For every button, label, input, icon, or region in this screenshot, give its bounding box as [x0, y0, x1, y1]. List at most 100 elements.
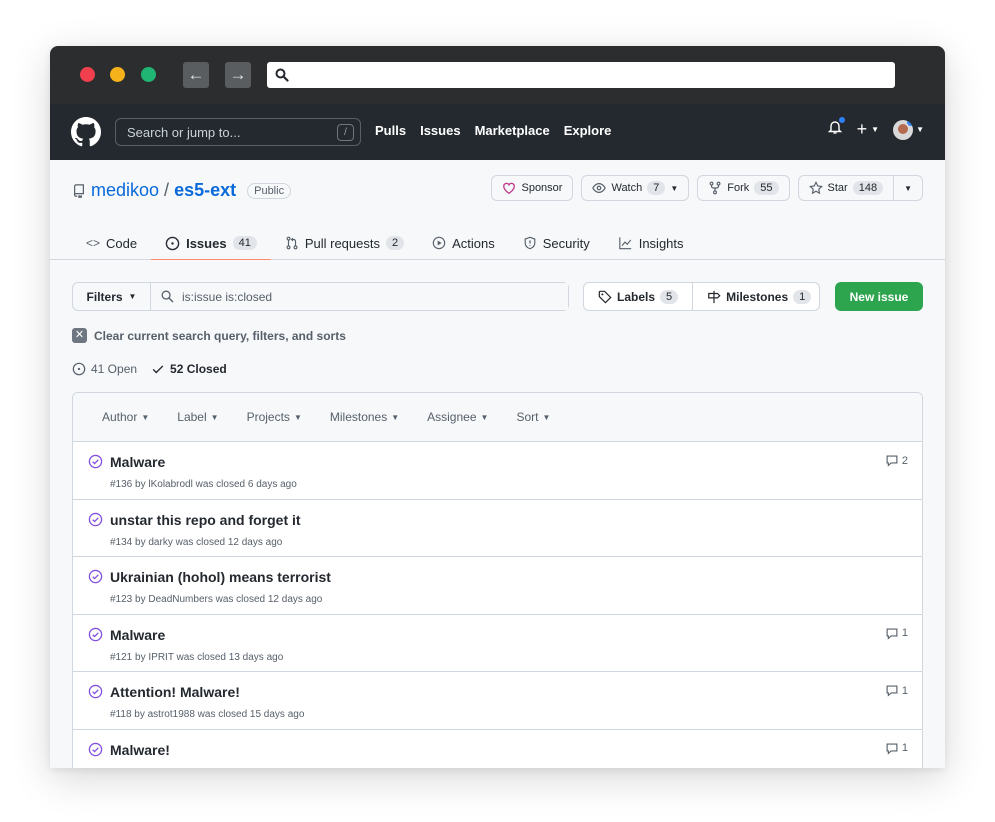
- open-issues-link[interactable]: 41 Open: [72, 362, 137, 376]
- forward-button[interactable]: →: [225, 62, 251, 88]
- issue-row[interactable]: unstar this repo and forget it #134 by d…: [73, 500, 922, 557]
- assignee-filter-label: Assignee: [427, 410, 477, 424]
- issue-title-link[interactable]: Attention! Malware!: [110, 684, 240, 700]
- maximize-window-button[interactable]: [141, 67, 156, 82]
- issue-comments-count: 1: [901, 684, 908, 697]
- author-filter-label: Author: [102, 410, 138, 424]
- issue-comments-link[interactable]: 1: [885, 684, 908, 697]
- nav-issues[interactable]: Issues: [420, 123, 460, 138]
- closed-issues-link[interactable]: 52 Closed: [151, 362, 227, 376]
- notifications-button[interactable]: [827, 116, 846, 140]
- filters-dropdown-button[interactable]: Filters ▼: [73, 283, 151, 310]
- milestones-filter-label: Milestones: [329, 410, 388, 424]
- sort-dropdown[interactable]: Sort ▼: [516, 410, 550, 424]
- nav-marketplace[interactable]: Marketplace: [475, 123, 550, 138]
- caret-down-icon: ▼: [128, 292, 137, 301]
- issue-filter-bar: Filters ▼ is:issue is:closed: [72, 282, 569, 311]
- caret-down-icon: ▼: [391, 412, 400, 422]
- tab-code[interactable]: <> Code: [72, 226, 151, 260]
- close-icon: ✕: [72, 328, 87, 343]
- author-filter-dropdown[interactable]: Author ▼: [102, 410, 149, 424]
- issue-title-link[interactable]: Malware: [110, 627, 165, 643]
- close-window-button[interactable]: [80, 67, 95, 82]
- repo-actions: Sponsor Watch 7 ▼ Fork 55 Star 148 ▼: [491, 175, 923, 201]
- tab-issues-label: Issues: [186, 235, 227, 251]
- milestones-count: 1: [793, 289, 812, 304]
- star-button[interactable]: Star 148: [797, 175, 895, 201]
- tab-pull-requests[interactable]: Pull requests 2: [271, 226, 418, 260]
- projects-filter-label: Projects: [246, 410, 290, 424]
- issue-row[interactable]: Ukrainian (hohol) means terrorist #123 b…: [73, 557, 922, 615]
- fork-button[interactable]: Fork 55: [697, 175, 790, 201]
- play-icon: [432, 236, 446, 250]
- repo-name-link[interactable]: es5-ext: [174, 180, 236, 201]
- issue-comments-link[interactable]: 1: [885, 742, 908, 755]
- search-icon: [275, 68, 289, 82]
- labels-label: Labels: [617, 289, 656, 304]
- issue-closed-icon: [88, 684, 103, 699]
- issue-row[interactable]: Malware #136 by lKolabrodl was closed 6 …: [73, 442, 922, 500]
- nav-pulls[interactable]: Pulls: [375, 123, 406, 138]
- browser-chrome: ← →: [50, 46, 945, 104]
- minimize-window-button[interactable]: [110, 67, 125, 82]
- create-new-button[interactable]: + ▼: [857, 119, 879, 140]
- caret-down-icon: ▼: [916, 125, 924, 134]
- issue-closed-icon: [88, 627, 103, 641]
- issue-comments-count: 2: [901, 454, 908, 467]
- issue-row[interactable]: Malware #121 by IPRIT was closed 13 days…: [73, 615, 922, 672]
- label-filter-dropdown[interactable]: Label ▼: [177, 410, 218, 424]
- global-search-input[interactable]: Search or jump to... /: [115, 118, 361, 146]
- labels-count: 5: [660, 289, 679, 304]
- milestones-button[interactable]: Milestones 1: [692, 283, 825, 310]
- issue-opened-icon: [72, 362, 86, 376]
- code-icon: <>: [86, 236, 101, 250]
- caret-down-icon: ▼: [904, 183, 912, 193]
- new-issue-button[interactable]: New issue: [835, 282, 923, 311]
- tab-security-label: Security: [542, 235, 590, 251]
- tab-security[interactable]: Security: [509, 226, 604, 260]
- milestone-icon: [708, 290, 721, 303]
- issue-meta: #134 by darky was closed 12 days ago: [110, 536, 283, 548]
- back-button[interactable]: ←: [183, 62, 209, 88]
- comment-icon: [886, 627, 898, 640]
- issue-title-link[interactable]: Ukrainian (hohol) means terrorist: [110, 569, 331, 585]
- github-logo-icon[interactable]: [71, 117, 101, 147]
- issue-search-input[interactable]: is:issue is:closed: [151, 283, 568, 310]
- projects-filter-dropdown[interactable]: Projects ▼: [247, 410, 302, 424]
- issue-title-link[interactable]: Malware!: [110, 742, 170, 758]
- issue-closed-icon: [88, 742, 103, 756]
- repo-owner-link[interactable]: medikoo: [91, 180, 159, 201]
- nav-explore[interactable]: Explore: [564, 123, 612, 138]
- milestones-filter-dropdown[interactable]: Milestones ▼: [330, 410, 399, 424]
- sponsor-button[interactable]: Sponsor: [491, 175, 574, 201]
- issue-comments-link[interactable]: 1: [885, 627, 908, 640]
- issue-meta: #123 by DeadNumbers was closed 12 days a…: [110, 594, 323, 605]
- issue-closed-icon: [88, 454, 103, 469]
- label-filter-label: Label: [177, 410, 207, 424]
- issue-closed-icon: [88, 512, 103, 526]
- issues-main: Filters ▼ is:issue is:closed Labels 5 Mi…: [50, 260, 945, 768]
- issue-comments-link[interactable]: 2: [885, 454, 908, 467]
- tab-actions[interactable]: Actions: [418, 226, 509, 260]
- issue-row[interactable]: Malware! 1: [73, 730, 922, 769]
- address-bar[interactable]: [267, 62, 895, 88]
- caret-down-icon: ▼: [871, 125, 880, 134]
- tag-icon: [598, 290, 612, 304]
- caret-down-icon: ▼: [141, 412, 150, 422]
- issue-state-toggle: 41 Open 52 Closed: [72, 362, 227, 376]
- comment-icon: [886, 742, 898, 755]
- issue-title-link[interactable]: unstar this repo and forget it: [110, 512, 301, 528]
- user-menu-button[interactable]: ▼: [893, 119, 924, 140]
- issue-row[interactable]: Attention! Malware! #118 by astrot1988 w…: [73, 672, 922, 730]
- tab-insights[interactable]: Insights: [604, 226, 698, 260]
- assignee-filter-dropdown[interactable]: Assignee ▼: [427, 410, 488, 424]
- watch-button[interactable]: Watch 7 ▼: [581, 175, 690, 201]
- search-icon: [161, 290, 174, 303]
- clear-filters-link[interactable]: ✕ Clear current search query, filters, a…: [72, 328, 346, 343]
- fork-icon: [709, 181, 721, 195]
- issue-title-link[interactable]: Malware: [110, 454, 165, 470]
- tab-issues[interactable]: Issues 41: [151, 226, 271, 261]
- star-list-dropdown[interactable]: ▼: [894, 175, 923, 201]
- issue-meta: #118 by astrot1988 was closed 15 days ag…: [110, 709, 305, 720]
- labels-button[interactable]: Labels 5: [584, 283, 692, 310]
